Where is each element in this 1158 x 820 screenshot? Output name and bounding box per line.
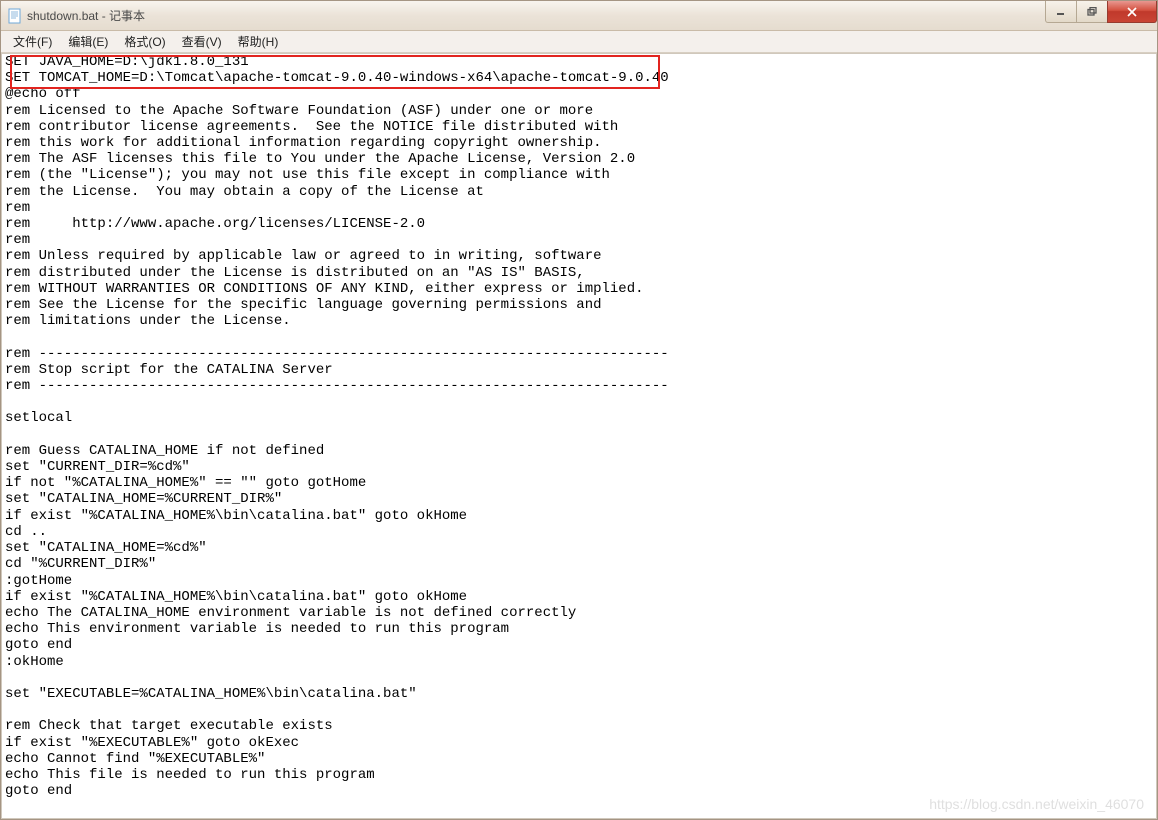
menu-file[interactable]: 文件(F)	[5, 31, 60, 52]
minimize-button[interactable]	[1045, 1, 1077, 23]
menu-view[interactable]: 查看(V)	[174, 31, 230, 52]
editor-content[interactable]: SET JAVA_HOME=D:\jdk1.8.0_131 SET TOMCAT…	[2, 54, 1156, 799]
editor-area: SET JAVA_HOME=D:\jdk1.8.0_131 SET TOMCAT…	[1, 53, 1157, 819]
menu-format[interactable]: 格式(O)	[116, 31, 173, 52]
notepad-window: shutdown.bat - 记事本 文件(F) 编辑(E) 格式(O) 查看(…	[0, 0, 1158, 820]
editor-scroll[interactable]: SET JAVA_HOME=D:\jdk1.8.0_131 SET TOMCAT…	[2, 54, 1156, 818]
window-title: shutdown.bat - 记事本	[27, 7, 145, 24]
notepad-icon	[7, 8, 23, 24]
close-button[interactable]	[1107, 1, 1157, 23]
titlebar[interactable]: shutdown.bat - 记事本	[1, 1, 1157, 31]
menu-help[interactable]: 帮助(H)	[230, 31, 287, 52]
menu-edit[interactable]: 编辑(E)	[60, 31, 116, 52]
menubar: 文件(F) 编辑(E) 格式(O) 查看(V) 帮助(H)	[1, 31, 1157, 53]
maximize-button[interactable]	[1076, 1, 1108, 23]
window-controls	[1046, 1, 1157, 23]
